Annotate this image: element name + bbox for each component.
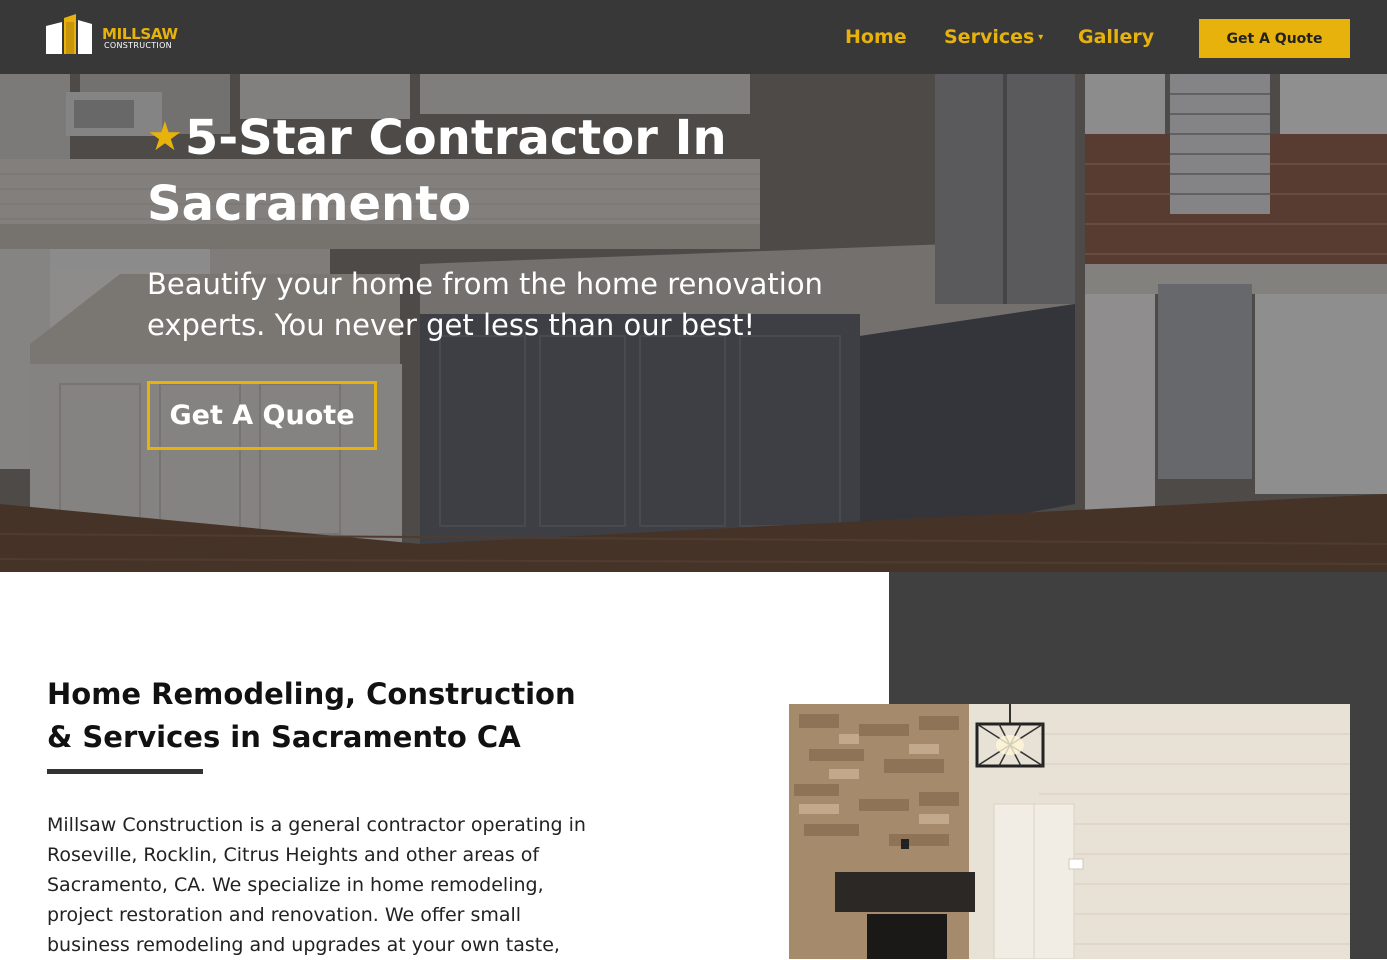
hero-title-text: 5-Star Contractor In Sacramento <box>147 110 727 232</box>
nav-gallery[interactable]: Gallery <box>1078 24 1154 50</box>
nav-services-label: Services <box>944 26 1035 48</box>
fireplace-room-illustration <box>789 704 1350 959</box>
fireplace-room-image <box>789 704 1350 959</box>
hero-section: ★5-Star Contractor In Sacramento Beautif… <box>0 74 1387 572</box>
millsaw-logo[interactable]: MILLSAW CONSTRUCTION <box>46 12 186 56</box>
chevron-down-icon: ▾ <box>1038 31 1044 43</box>
nav-home-label: Home <box>845 26 907 48</box>
building-logo-icon <box>46 14 92 54</box>
site-header: MILLSAW CONSTRUCTION Home Services ▾ Gall… <box>0 0 1387 74</box>
nav-gallery-label: Gallery <box>1078 26 1155 48</box>
hero-get-quote-button[interactable]: Get A Quote <box>147 381 377 450</box>
hero-title: ★5-Star Contractor In Sacramento <box>147 104 847 237</box>
header-get-quote-button[interactable]: Get A Quote <box>1199 19 1350 58</box>
nav-home[interactable]: Home <box>845 24 907 50</box>
title-underline <box>47 769 203 774</box>
hero-subtitle: Beautify your home from the home renovat… <box>147 267 823 342</box>
star-icon: ★ <box>147 114 183 160</box>
section-title: Home Remodeling, Construction & Services… <box>47 677 576 754</box>
logo-wordmark: MILLSAW <box>102 25 178 43</box>
section-description: Millsaw Construction is a general contra… <box>47 814 586 956</box>
nav-services[interactable]: Services ▾ <box>944 24 1043 50</box>
logo-tagline: CONSTRUCTION <box>104 41 172 50</box>
